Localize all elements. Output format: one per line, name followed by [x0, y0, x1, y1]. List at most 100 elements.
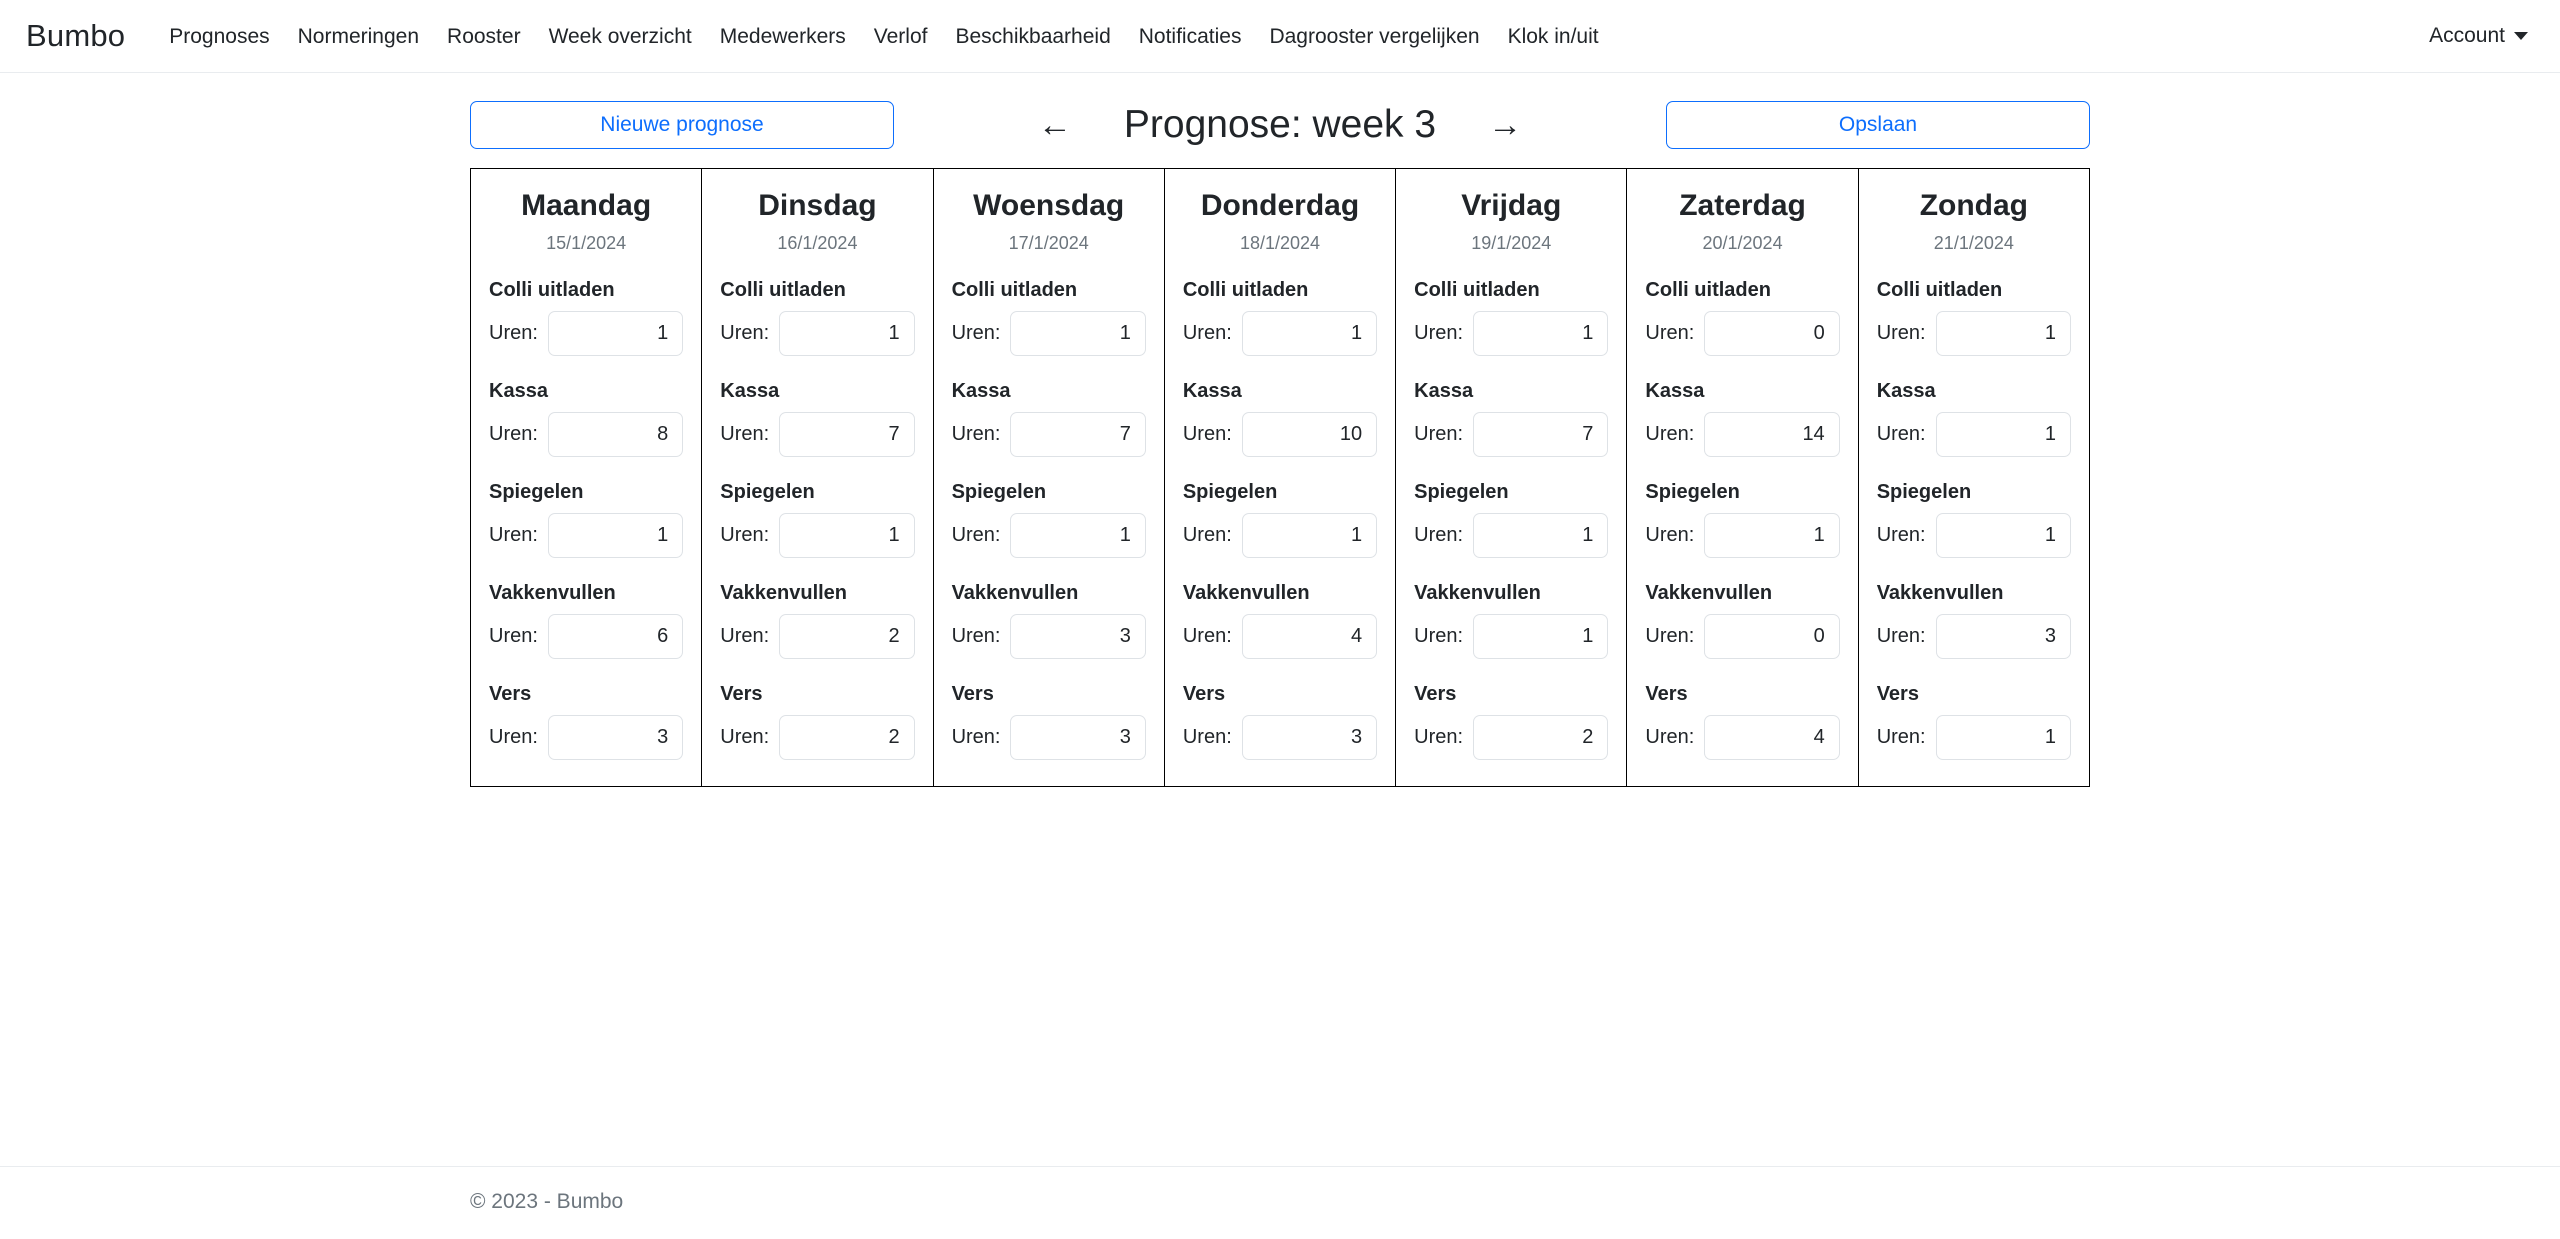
account-menu[interactable]: Account	[2429, 24, 2534, 48]
hours-label: Uren:	[1183, 322, 1232, 345]
hours-input[interactable]	[1473, 614, 1608, 659]
hours-input[interactable]	[548, 513, 683, 558]
hours-input[interactable]	[1242, 311, 1377, 356]
hours-label: Uren:	[1414, 726, 1463, 749]
task-name: Vakkenvullen	[1877, 581, 2071, 605]
hours-input[interactable]	[1010, 412, 1145, 457]
task-name: Colli uitladen	[720, 278, 914, 302]
next-week-button[interactable]: →	[1480, 104, 1530, 146]
hours-input[interactable]	[1473, 412, 1608, 457]
nav-link-rooster[interactable]: Rooster	[433, 26, 535, 47]
hours-input[interactable]	[548, 412, 683, 457]
hours-input[interactable]	[548, 311, 683, 356]
task-hours-row: Uren:	[1183, 715, 1377, 760]
task-hours-row: Uren:	[1414, 412, 1608, 457]
task-block: VersUren:	[1877, 682, 2071, 760]
task-name: Colli uitladen	[489, 278, 683, 302]
hours-input[interactable]	[1473, 311, 1608, 356]
nav-link-beschikbaarheid[interactable]: Beschikbaarheid	[941, 26, 1124, 47]
day-date: 16/1/2024	[720, 233, 914, 255]
hours-label: Uren:	[1645, 625, 1694, 648]
previous-week-button[interactable]: ←	[1030, 104, 1080, 146]
day-date: 15/1/2024	[489, 233, 683, 255]
hours-label: Uren:	[952, 726, 1001, 749]
hours-input[interactable]	[779, 311, 914, 356]
task-block: Colli uitladenUren:	[1645, 278, 1839, 356]
task-name: Colli uitladen	[1414, 278, 1608, 302]
nav-link-prognoses[interactable]: Prognoses	[155, 26, 283, 47]
hours-input[interactable]	[548, 614, 683, 659]
hours-input[interactable]	[1936, 311, 2071, 356]
hours-input[interactable]	[1242, 614, 1377, 659]
nav-link-verlof[interactable]: Verlof	[860, 26, 942, 47]
hours-label: Uren:	[489, 726, 538, 749]
hours-input[interactable]	[548, 715, 683, 760]
brand-logo[interactable]: Bumbo	[26, 18, 125, 54]
chevron-down-icon	[2514, 32, 2528, 40]
hours-label: Uren:	[952, 322, 1001, 345]
page-footer: © 2023 - Bumbo	[0, 1166, 2560, 1214]
task-hours-row: Uren:	[720, 715, 914, 760]
hours-input[interactable]	[1936, 614, 2071, 659]
save-button[interactable]: Opslaan	[1666, 101, 2090, 149]
task-block: VakkenvullenUren:	[1645, 581, 1839, 659]
hours-input[interactable]	[1242, 513, 1377, 558]
nav-link-normeringen[interactable]: Normeringen	[284, 26, 433, 47]
hours-input[interactable]	[779, 412, 914, 457]
table-row: Maandag15/1/2024Colli uitladenUren:Kassa…	[471, 169, 2090, 787]
hours-input[interactable]	[779, 715, 914, 760]
account-label: Account	[2429, 24, 2505, 48]
hours-label: Uren:	[1183, 625, 1232, 648]
hours-input[interactable]	[1704, 513, 1839, 558]
nav-link-week-overzicht[interactable]: Week overzicht	[535, 26, 706, 47]
hours-label: Uren:	[1183, 524, 1232, 547]
hours-input[interactable]	[1704, 412, 1839, 457]
hours-input[interactable]	[1242, 715, 1377, 760]
task-name: Vakkenvullen	[952, 581, 1146, 605]
nav-link-dagrooster-vergelijken[interactable]: Dagrooster vergelijken	[1255, 26, 1493, 47]
hours-input[interactable]	[779, 513, 914, 558]
hours-input[interactable]	[1010, 311, 1145, 356]
hours-label: Uren:	[1877, 726, 1926, 749]
task-hours-row: Uren:	[1414, 311, 1608, 356]
hours-input[interactable]	[779, 614, 914, 659]
hours-input[interactable]	[1010, 614, 1145, 659]
hours-input[interactable]	[1242, 412, 1377, 457]
task-hours-row: Uren:	[952, 513, 1146, 558]
task-hours-row: Uren:	[489, 311, 683, 356]
top-navbar: Bumbo PrognosesNormeringenRoosterWeek ov…	[0, 0, 2560, 73]
day-column-zondag: Zondag21/1/2024Colli uitladenUren:KassaU…	[1858, 169, 2089, 787]
hours-input[interactable]	[1936, 513, 2071, 558]
nav-link-medewerkers[interactable]: Medewerkers	[706, 26, 860, 47]
task-name: Vakkenvullen	[1414, 581, 1608, 605]
day-name: Woensdag	[952, 187, 1146, 225]
task-name: Vakkenvullen	[720, 581, 914, 605]
task-hours-row: Uren:	[1877, 412, 2071, 457]
hours-label: Uren:	[720, 726, 769, 749]
task-name: Vakkenvullen	[1183, 581, 1377, 605]
hours-input[interactable]	[1936, 412, 2071, 457]
hours-label: Uren:	[1645, 726, 1694, 749]
hours-label: Uren:	[1414, 625, 1463, 648]
hours-input[interactable]	[1936, 715, 2071, 760]
task-block: KassaUren:	[952, 379, 1146, 457]
nav-link-notificaties[interactable]: Notificaties	[1125, 26, 1256, 47]
new-forecast-button[interactable]: Nieuwe prognose	[470, 101, 894, 149]
task-name: Vers	[489, 682, 683, 706]
day-name: Vrijdag	[1414, 187, 1608, 225]
hours-input[interactable]	[1704, 614, 1839, 659]
hours-input[interactable]	[1473, 715, 1608, 760]
day-column-woensdag: Woensdag17/1/2024Colli uitladenUren:Kass…	[933, 169, 1164, 787]
hours-input[interactable]	[1704, 311, 1839, 356]
hours-input[interactable]	[1010, 513, 1145, 558]
task-block: VakkenvullenUren:	[952, 581, 1146, 659]
hours-input[interactable]	[1704, 715, 1839, 760]
task-name: Colli uitladen	[952, 278, 1146, 302]
hours-label: Uren:	[1414, 322, 1463, 345]
task-name: Vers	[952, 682, 1146, 706]
hours-label: Uren:	[1877, 625, 1926, 648]
task-hours-row: Uren:	[952, 311, 1146, 356]
nav-link-klok-in-uit[interactable]: Klok in/uit	[1494, 26, 1613, 47]
hours-input[interactable]	[1010, 715, 1145, 760]
hours-input[interactable]	[1473, 513, 1608, 558]
